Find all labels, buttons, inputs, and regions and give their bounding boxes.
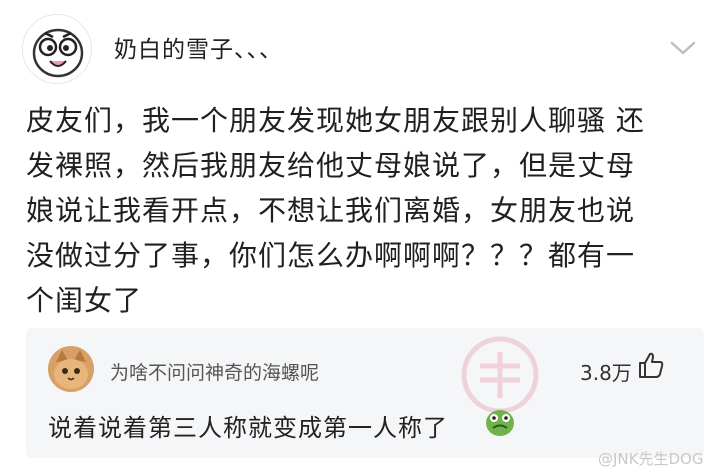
green-face-emoji-icon — [486, 410, 514, 436]
commenter-name[interactable]: 为啥不问问神奇的海螺呢 — [110, 358, 319, 385]
cat-avatar-icon — [48, 346, 94, 392]
comment-text: 说着说着第三人称就变成第一人称了 — [48, 414, 448, 442]
chevron-down-icon[interactable] — [668, 38, 698, 58]
author-avatar[interactable] — [22, 14, 92, 84]
doodle-face-avatar-icon — [23, 15, 91, 83]
post-body-line: 发裸照，然后我朋友给他丈母娘说了，但是丈母 — [26, 149, 636, 182]
post-body: 皮友们，我一个朋友发现她女朋友跟别人聊骚 还 发裸照，然后我朋友给他丈母娘说了，… — [26, 98, 706, 323]
thumbs-up-icon[interactable] — [636, 350, 666, 380]
like-count: 3.8万 — [580, 361, 632, 385]
top-comment-card[interactable]: 为啥不问问神奇的海螺呢 3.8万 说着说着第三人称就变成第一人称了 — [26, 328, 704, 458]
post-body-line: 娘说让我看开点，不想让我们离婚，女朋友也说 — [26, 194, 636, 227]
post-body-line: 皮友们，我一个朋友发现她女朋友跟别人聊骚 还 — [26, 104, 645, 137]
post-body-line: 个闺女了 — [26, 284, 143, 317]
stamp-sticker-icon — [461, 336, 539, 414]
commenter-avatar[interactable] — [48, 346, 94, 392]
post-body-line: 没做过分了事，你们怎么办啊啊啊？？？都有一 — [26, 239, 636, 272]
author-name[interactable]: 奶白的雪子、、、 — [114, 30, 283, 64]
watermark: @JNK先生DOG — [598, 450, 704, 468]
post-page: 奶白的雪子、、、 皮友们，我一个朋友发现她女朋友跟别人聊骚 还 发裸照，然后我朋… — [0, 0, 720, 476]
